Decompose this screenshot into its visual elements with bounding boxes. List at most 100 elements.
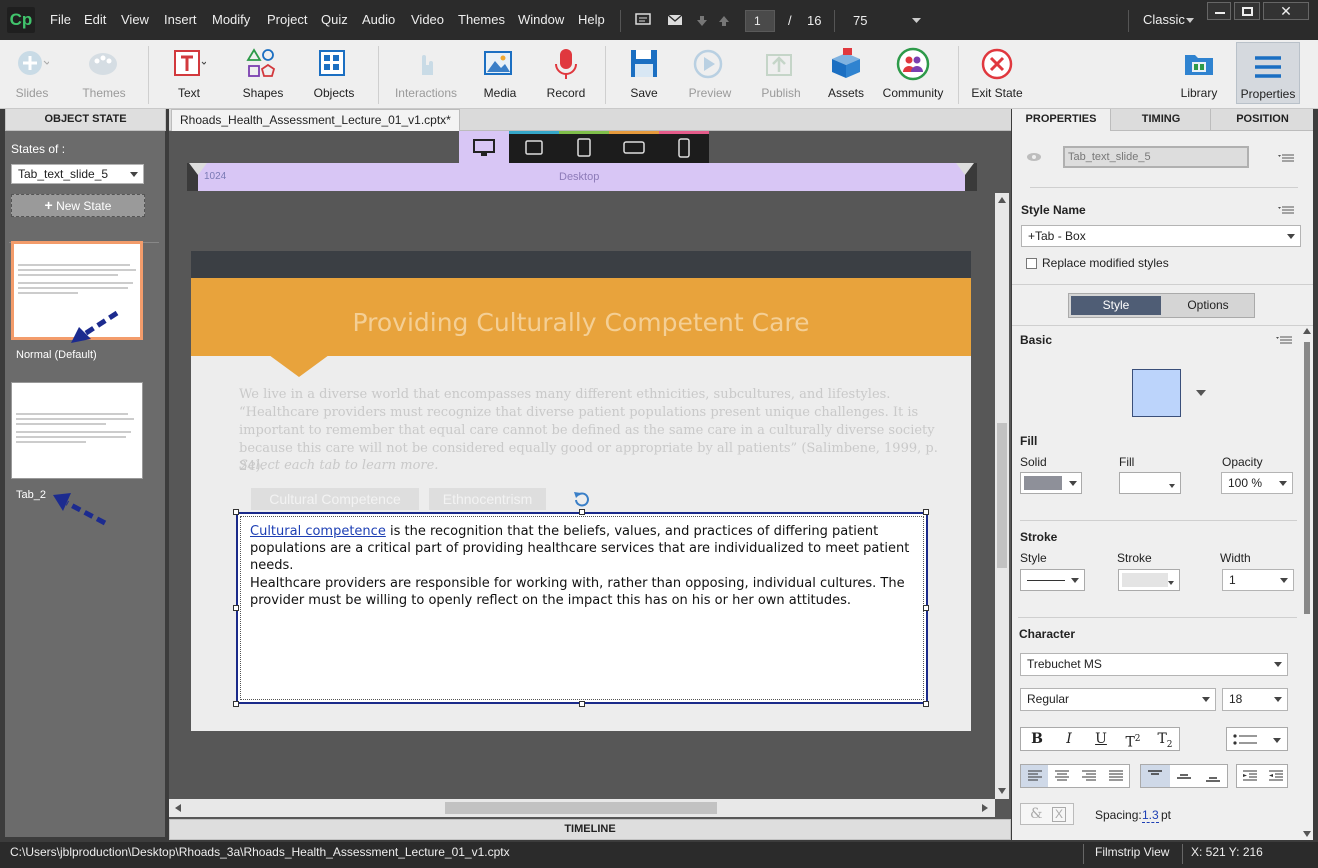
fill-color-picker[interactable] [1020, 472, 1082, 494]
workspace-chevron-down-icon[interactable] [1186, 18, 1194, 24]
document-tab[interactable]: Rhoads_Health_Assessment_Lecture_01_v1.c… [171, 109, 460, 131]
font-style-select[interactable]: Regular [1020, 688, 1216, 711]
align-middle-button[interactable] [1170, 765, 1199, 787]
visibility-eye-icon[interactable] [1026, 152, 1042, 162]
phone-landscape-icon[interactable] [623, 141, 645, 155]
tab-options[interactable]: Options [1163, 296, 1253, 315]
tablet-portrait-icon[interactable] [577, 138, 591, 158]
exit-state-button[interactable]: Exit State [966, 40, 1028, 109]
menu-themes[interactable]: Themes [458, 12, 505, 27]
menu-file[interactable]: File [50, 12, 71, 27]
basic-menu-icon[interactable] [1276, 335, 1292, 345]
bold-button[interactable]: B [1023, 728, 1051, 750]
rotate-handle-icon[interactable] [572, 490, 592, 508]
scroll-up-icon[interactable] [1303, 328, 1311, 334]
properties-scroll-thumb[interactable] [1304, 342, 1310, 614]
menu-insert[interactable]: Insert [164, 12, 197, 27]
horizontal-scrollbar[interactable] [169, 799, 995, 817]
horizontal-scroll-thumb[interactable] [445, 802, 717, 814]
tab-timing[interactable]: TIMING [1112, 109, 1211, 131]
menu-view[interactable]: View [121, 12, 149, 27]
tab-cultural-competence[interactable]: Cultural Competence [251, 488, 419, 510]
menu-audio[interactable]: Audio [362, 12, 395, 27]
resize-handle[interactable] [233, 605, 239, 611]
scroll-left-icon[interactable] [175, 804, 181, 812]
resize-handle[interactable] [923, 509, 929, 515]
vertical-scroll-thumb[interactable] [997, 423, 1007, 568]
object-name-field[interactable]: Tab_text_slide_5 [1063, 146, 1249, 168]
menu-modify[interactable]: Modify [212, 12, 250, 27]
tab-position[interactable]: POSITION [1212, 109, 1313, 131]
timeline-header[interactable]: TIMELINE [169, 819, 1011, 840]
record-button[interactable]: Record [540, 40, 592, 109]
community-button[interactable]: Community [880, 40, 946, 109]
preview-button[interactable]: Preview [680, 40, 740, 109]
cultural-competence-link[interactable]: Cultural competence [250, 524, 386, 539]
previous-slide-icon[interactable] [718, 15, 730, 27]
menu-quiz[interactable]: Quiz [321, 12, 348, 27]
resize-handle[interactable] [233, 509, 239, 515]
vertical-scrollbar[interactable] [995, 193, 1009, 799]
zoom-value[interactable]: 75 [853, 13, 867, 28]
tab-ethnocentrism[interactable]: Ethnocentrism [429, 488, 546, 510]
device-desktop-tab[interactable] [459, 131, 509, 163]
state-thumbnail-tab2[interactable] [11, 382, 143, 479]
properties-scrollbar[interactable] [1302, 326, 1312, 840]
outdent-button[interactable] [1237, 765, 1263, 787]
workspace-select[interactable]: Classic [1143, 12, 1185, 27]
menu-help[interactable]: Help [578, 12, 605, 27]
align-justify-button[interactable] [1102, 765, 1129, 787]
scroll-down-icon[interactable] [1303, 831, 1311, 837]
style-menu-icon[interactable] [1278, 205, 1294, 215]
ampersand-icon[interactable]: & [1030, 806, 1042, 822]
stroke-width-field[interactable]: 1 [1222, 569, 1294, 591]
zoom-chevron-down-icon[interactable] [912, 18, 921, 24]
text-button[interactable]: Text [162, 40, 216, 109]
tablet-landscape-icon[interactable] [525, 140, 543, 156]
italic-button[interactable]: I [1055, 728, 1083, 750]
shapes-button[interactable]: Shapes [234, 40, 292, 109]
slides-button[interactable]: Slides [4, 40, 60, 109]
align-bottom-button[interactable] [1199, 765, 1228, 787]
save-button[interactable]: Save [618, 40, 670, 109]
close-button[interactable]: ✕ [1263, 2, 1309, 20]
media-button[interactable]: Media [472, 40, 528, 109]
tab-style[interactable]: Style [1071, 296, 1161, 315]
new-state-button[interactable]: + New State [11, 194, 145, 217]
opacity-field[interactable]: 100 % [1221, 472, 1293, 494]
panel-menu-icon[interactable] [1278, 153, 1294, 163]
resize-handle[interactable] [233, 701, 239, 707]
stroke-style-select[interactable] [1020, 569, 1085, 591]
objects-button[interactable]: Objects [304, 40, 364, 109]
library-button[interactable]: Library [1172, 40, 1226, 109]
ruler-handle-left-icon[interactable] [189, 163, 207, 177]
style-name-select[interactable]: +Tab - Box [1021, 225, 1301, 247]
states-of-select[interactable]: Tab_text_slide_5 [11, 164, 144, 184]
resize-handle[interactable] [579, 509, 585, 515]
resize-handle[interactable] [579, 701, 585, 707]
scroll-down-icon[interactable] [998, 788, 1006, 794]
phone-portrait-icon[interactable] [678, 138, 690, 158]
superscript-button[interactable]: T2 [1119, 728, 1147, 751]
align-left-button[interactable] [1021, 765, 1048, 787]
fill-type-select[interactable] [1119, 472, 1181, 494]
stroke-color-picker[interactable] [1118, 569, 1180, 591]
ruler-handle-right-icon[interactable] [956, 163, 974, 177]
resize-handle[interactable] [923, 605, 929, 611]
resize-handle[interactable] [923, 701, 929, 707]
align-center-button[interactable] [1048, 765, 1075, 787]
replace-modified-styles-checkbox[interactable] [1026, 258, 1037, 269]
tab-properties[interactable]: PROPERTIES [1012, 109, 1111, 131]
swatch-chevron-down-icon[interactable] [1196, 390, 1206, 396]
assets-button[interactable]: Assets [820, 40, 872, 109]
selected-text-box[interactable]: Cultural competence is the recognition t… [236, 512, 928, 704]
align-right-button[interactable] [1075, 765, 1102, 787]
mail-icon[interactable] [667, 14, 683, 26]
publish-button[interactable]: Publish [752, 40, 810, 109]
menu-edit[interactable]: Edit [84, 12, 106, 27]
properties-button[interactable]: Properties [1236, 42, 1300, 104]
themes-button[interactable]: Themes [72, 40, 136, 109]
menu-window[interactable]: Window [518, 12, 564, 27]
next-slide-icon[interactable] [696, 15, 708, 27]
align-top-button[interactable] [1141, 765, 1170, 787]
